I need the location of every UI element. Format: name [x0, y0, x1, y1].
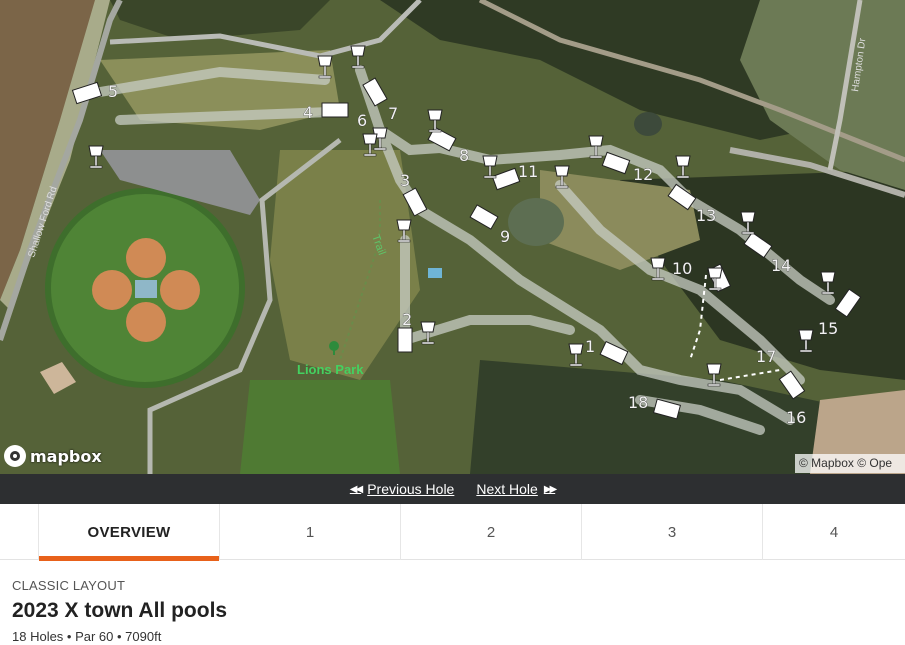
- hole-number: 17: [756, 347, 776, 366]
- park-label: Lions Park: [297, 362, 364, 377]
- next-hole-label: Next Hole: [476, 481, 538, 497]
- layout-label: CLASSIC LAYOUT: [12, 578, 126, 593]
- next-hole-link[interactable]: Next Hole ▶▶: [476, 481, 557, 497]
- previous-hole-label: Previous Hole: [367, 481, 455, 497]
- hole-tabs: OVERVIEW 1 2 3 4: [0, 504, 905, 561]
- course-info: CLASSIC LAYOUT 2023 X town All pools 18 …: [12, 578, 227, 644]
- double-right-triangle-icon: ▶▶: [543, 483, 557, 495]
- hole-number: 10: [672, 259, 692, 278]
- tab-overview[interactable]: OVERVIEW: [38, 504, 219, 561]
- hole-number: 3: [400, 171, 410, 190]
- mapbox-icon: [4, 445, 26, 467]
- map-attribution[interactable]: © Mapbox © Ope: [795, 454, 905, 473]
- tab-hole-4[interactable]: 4: [762, 504, 905, 560]
- hole-number: 5: [108, 82, 118, 101]
- mapbox-logo-text: mapbox: [30, 446, 102, 466]
- hole-navigation-bar: ◀◀ Previous Hole Next Hole ▶▶: [0, 474, 905, 504]
- hole-number: 14: [771, 256, 791, 275]
- tee-pad-2[interactable]: [397, 327, 413, 353]
- hole-number: 15: [818, 319, 838, 338]
- course-title: 2023 X town All pools: [12, 599, 228, 622]
- hole-number: 13: [696, 206, 716, 225]
- double-left-triangle-icon: ◀◀: [349, 483, 363, 495]
- hole-number: 6: [357, 111, 367, 130]
- tab-hole-3[interactable]: 3: [581, 504, 762, 560]
- hole-number: 1: [585, 337, 595, 356]
- hole-number: 12: [633, 165, 653, 184]
- course-map[interactable]: 2 3 4 5 6 7 8 9 1 10 11 12 13 14 15 16 1…: [0, 0, 905, 474]
- hole-number: 8: [459, 146, 469, 165]
- tab-hole-2[interactable]: 2: [400, 504, 581, 560]
- tab-hole-1[interactable]: 1: [219, 504, 400, 560]
- previous-hole-link[interactable]: ◀◀ Previous Hole: [350, 481, 455, 497]
- hole-number: 18: [628, 393, 648, 412]
- satellite-map[interactable]: 2 3 4 5 6 7 8 9 1 10 11 12 13 14 15 16 1…: [0, 0, 905, 474]
- mapbox-logo[interactable]: mapbox: [4, 444, 102, 468]
- course-meta: 18 Holes • Par 60 • 7090ft: [12, 629, 162, 644]
- hole-number: 11: [518, 162, 538, 181]
- hole-number: 7: [388, 104, 398, 123]
- hole-number: 4: [303, 103, 313, 122]
- tee-pad-4[interactable]: [321, 102, 349, 118]
- hole-number: 2: [402, 310, 412, 329]
- hole-number: 16: [786, 408, 806, 427]
- hole-number: 9: [500, 227, 510, 246]
